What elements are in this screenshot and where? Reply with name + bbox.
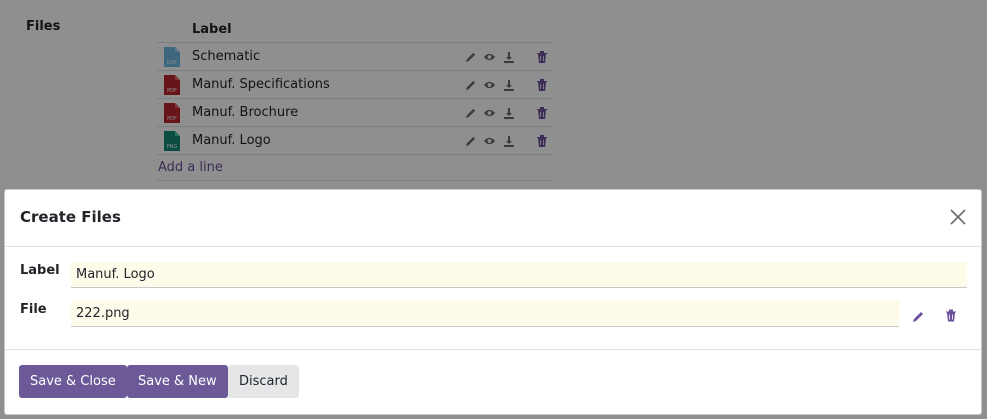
save-close-button[interactable]: Save & Close — [19, 365, 127, 398]
create-files-dialog: Create Files Label Manuf. Logo File 222.… — [4, 189, 982, 415]
modal-body: Label Manuf. Logo File 222.png — [5, 247, 981, 350]
modal-title: Create Files — [20, 208, 121, 226]
modal-footer: Save & Close Save & New Discard — [5, 350, 981, 414]
discard-button[interactable]: Discard — [228, 365, 299, 398]
modal-header: Create Files — [5, 190, 981, 247]
file-input[interactable]: 222.png — [71, 301, 899, 327]
close-icon[interactable] — [949, 208, 967, 226]
save-new-button[interactable]: Save & New — [127, 365, 228, 398]
trash-icon[interactable] — [946, 307, 956, 326]
label-input[interactable]: Manuf. Logo — [71, 262, 967, 288]
pencil-icon[interactable] — [912, 308, 924, 327]
file-field-label: File — [20, 302, 47, 317]
label-field-label: Label — [20, 263, 60, 278]
